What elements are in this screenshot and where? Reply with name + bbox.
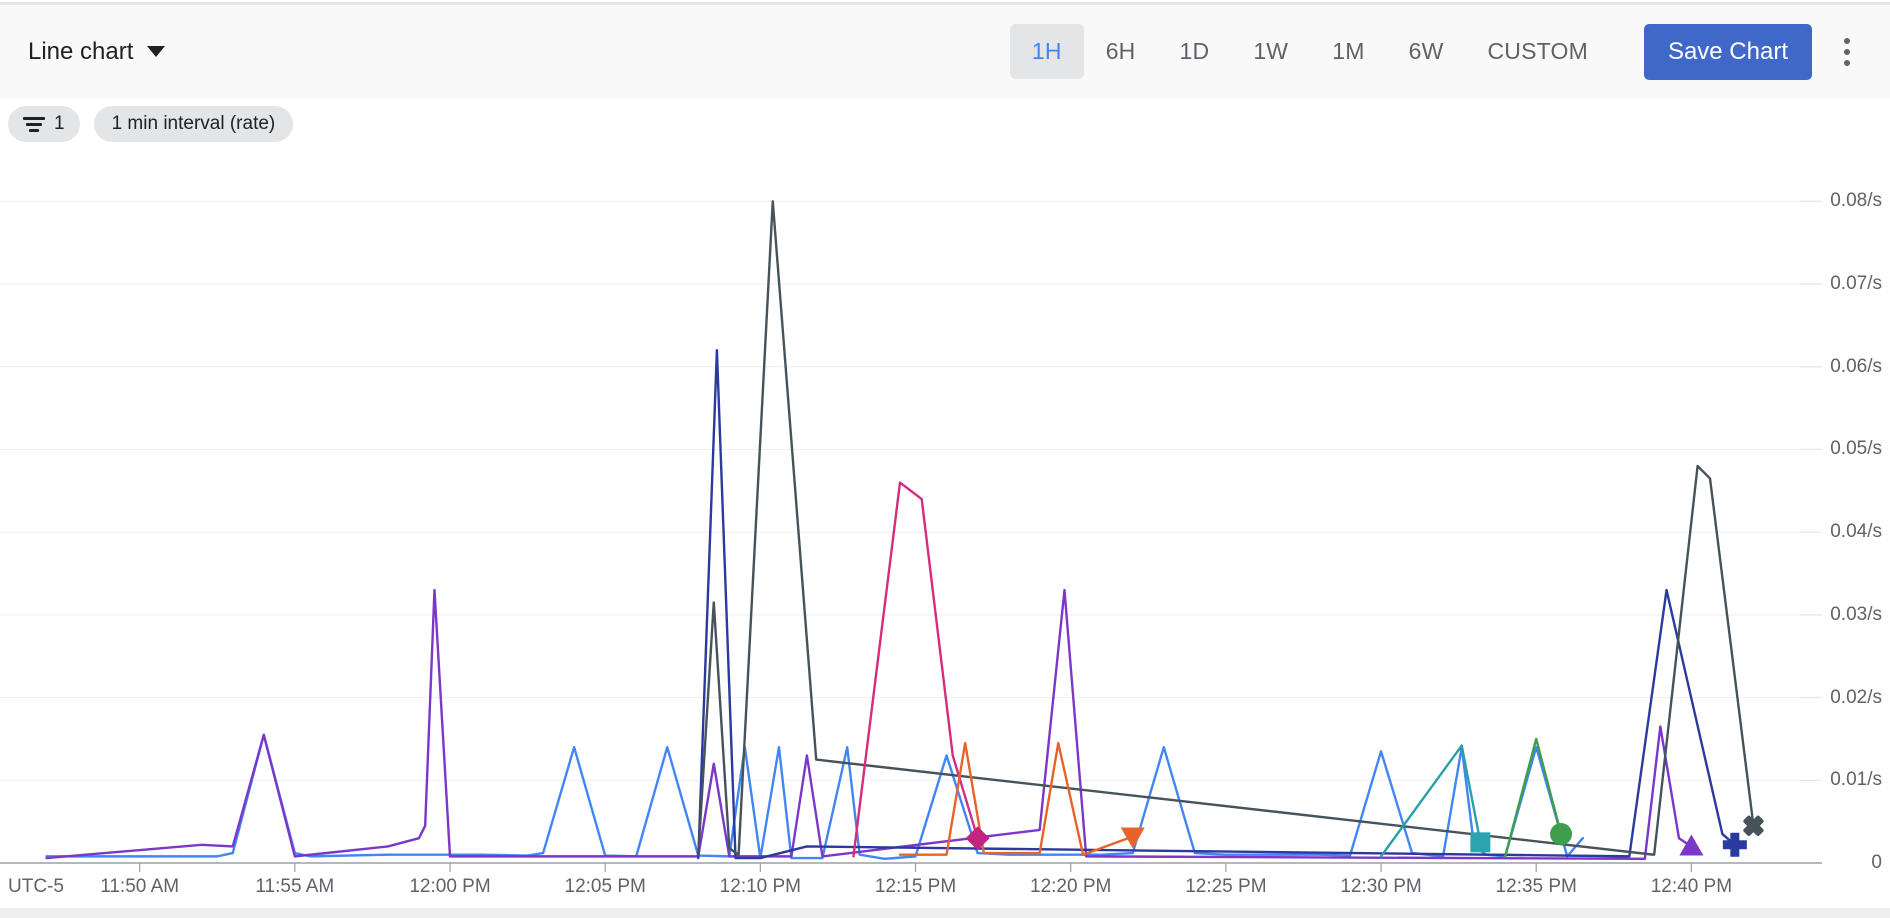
timezone-label: UTC-5 <box>8 876 64 898</box>
interval-chip[interactable]: 1 min interval (rate) <box>94 106 294 142</box>
chart-svg[interactable] <box>0 150 1890 880</box>
chip-row: 1 1 min interval (rate) <box>0 98 293 150</box>
x-axis-tick-label: 12:10 PM <box>720 876 801 898</box>
series-orange[interactable] <box>900 743 1133 855</box>
y-axis-tick-label: 0.07/s <box>1830 273 1882 295</box>
series-magenta[interactable] <box>853 483 977 857</box>
filter-chip[interactable]: 1 <box>8 106 80 142</box>
chart-plot-area: 0 0.01/s 0.02/s 0.03/s 0.04/s 0.05/s 0.06/s 0.0… <box>0 150 1890 880</box>
save-chart-button[interactable]: Save Chart <box>1644 24 1812 80</box>
series-orange-end-marker[interactable] <box>1121 828 1145 849</box>
filter-icon <box>23 117 45 132</box>
x-axis-tick-label: 12:30 PM <box>1340 876 1421 898</box>
x-axis-tick-label: 11:55 AM <box>255 876 334 898</box>
kebab-dot <box>1844 60 1850 66</box>
y-axis-tick-label: 0.08/s <box>1830 190 1882 212</box>
chevron-down-icon <box>147 46 165 57</box>
time-range-1m[interactable]: 1M <box>1310 24 1386 79</box>
chart-type-label: Line chart <box>28 38 133 66</box>
x-axis-tick-label: 12:40 PM <box>1651 876 1732 898</box>
kebab-menu-icon[interactable] <box>1824 38 1870 66</box>
time-range-group: 1H6H1D1W1M6WCUSTOM <box>1010 24 1610 79</box>
bottom-divider <box>0 908 1890 918</box>
y-axis-tick-label: 0 <box>1871 852 1882 874</box>
series-navy[interactable] <box>698 350 1735 858</box>
interval-chip-label: 1 min interval (rate) <box>112 113 276 135</box>
chart-toolbar: Line chart 1H6H1D1W1M6WCUSTOM Save Chart <box>0 2 1890 98</box>
x-axis-tick-label: 11:50 AM <box>100 876 179 898</box>
x-axis-tick-label: 12:35 PM <box>1496 876 1577 898</box>
time-range-custom[interactable]: CUSTOM <box>1465 24 1609 79</box>
kebab-dot <box>1844 49 1850 55</box>
y-axis-labels: 0 0.01/s 0.02/s 0.03/s 0.04/s 0.05/s 0.06/s 0.0… <box>1800 150 1890 880</box>
time-range-1d[interactable]: 1D <box>1158 24 1232 79</box>
x-axis-tick-label: 12:00 PM <box>409 876 490 898</box>
filter-chip-label: 1 <box>54 113 65 135</box>
y-axis-tick-label: 0.05/s <box>1830 438 1882 460</box>
y-axis-tick-label: 0.02/s <box>1830 687 1882 709</box>
x-axis-tick-label: 12:15 PM <box>875 876 956 898</box>
series-teal-end-marker[interactable] <box>1470 832 1490 852</box>
x-axis-tick-label: 12:25 PM <box>1185 876 1266 898</box>
chart-page: Line chart 1H6H1D1W1M6WCUSTOM Save Chart… <box>0 0 1890 918</box>
chart-type-selector[interactable]: Line chart <box>28 38 165 66</box>
y-axis-tick-label: 0.04/s <box>1830 521 1882 543</box>
x-axis-tick-label: 12:05 PM <box>565 876 646 898</box>
y-axis-tick-label: 0.01/s <box>1830 769 1882 791</box>
time-range-6w[interactable]: 6W <box>1387 24 1466 79</box>
x-axis-tick-label: 12:20 PM <box>1030 876 1111 898</box>
series-purple-end-marker[interactable] <box>1679 834 1703 855</box>
x-axis-labels: UTC-5 11:50 AM 11:55 AM 12:00 PM 12:05 PM 12:… <box>0 876 1890 906</box>
time-range-1w[interactable]: 1W <box>1231 24 1310 79</box>
time-range-1h[interactable]: 1H <box>1010 24 1084 79</box>
series-slate[interactable] <box>698 201 1753 854</box>
kebab-dot <box>1844 38 1850 44</box>
y-axis-tick-label: 0.06/s <box>1830 356 1882 378</box>
y-axis-tick-label: 0.03/s <box>1830 604 1882 626</box>
time-range-6h[interactable]: 6H <box>1084 24 1158 79</box>
series-green-end-marker[interactable] <box>1550 823 1572 845</box>
